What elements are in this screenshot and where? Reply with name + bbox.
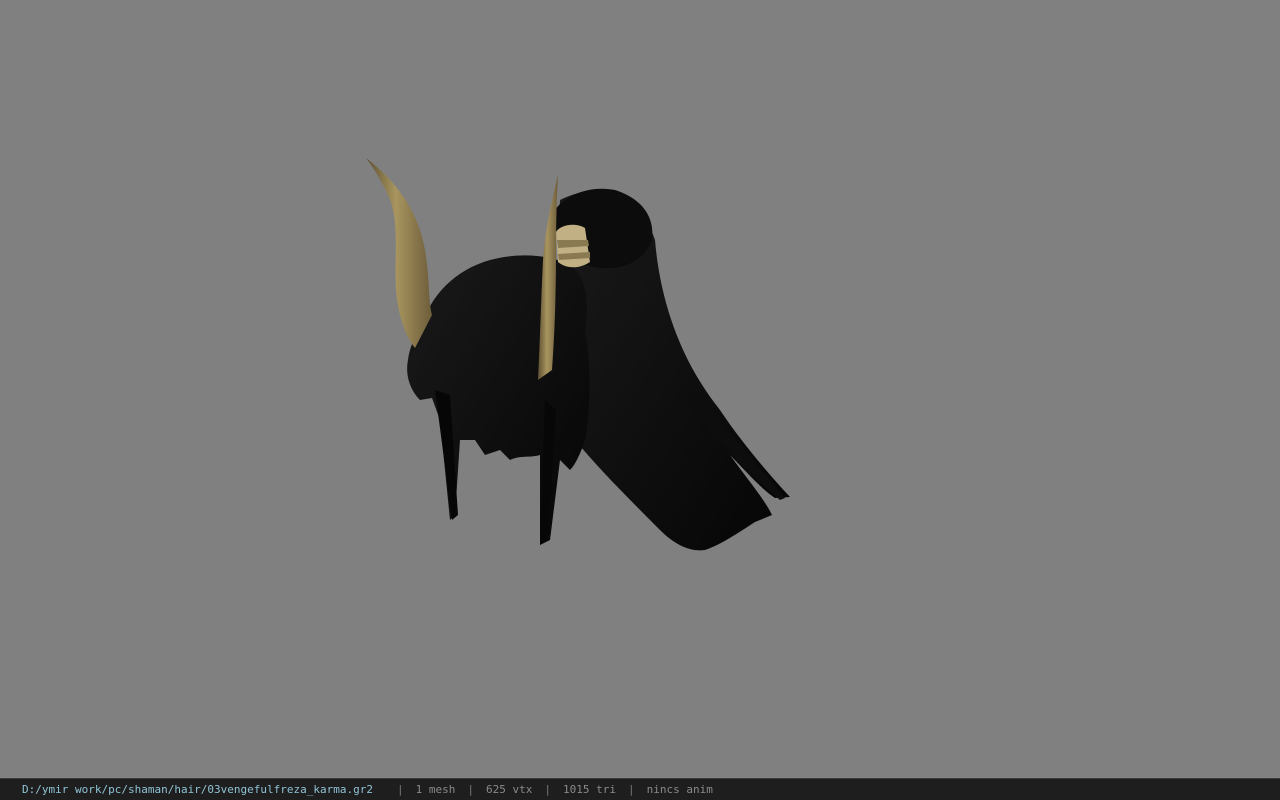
- file-path-label: D:/ymir work/pc/shaman/hair/03vengefulfr…: [22, 783, 373, 796]
- status-separator: |: [467, 783, 474, 796]
- vertex-count-label: 625 vtx: [486, 783, 533, 796]
- status-separator: |: [397, 783, 404, 796]
- horn-left: [366, 158, 432, 348]
- hair-model-render: [366, 158, 790, 551]
- status-bar: D:/ymir work/pc/shaman/hair/03vengefulfr…: [0, 778, 1280, 800]
- animation-status-label: nincs anim: [646, 783, 713, 796]
- mesh-count-label: 1 mesh: [415, 783, 456, 796]
- hair-main: [407, 255, 590, 545]
- status-separator: |: [544, 783, 551, 796]
- 3d-viewport[interactable]: [0, 0, 1280, 778]
- triangle-count-label: 1015 tri: [562, 783, 616, 796]
- status-separator: |: [627, 783, 635, 796]
